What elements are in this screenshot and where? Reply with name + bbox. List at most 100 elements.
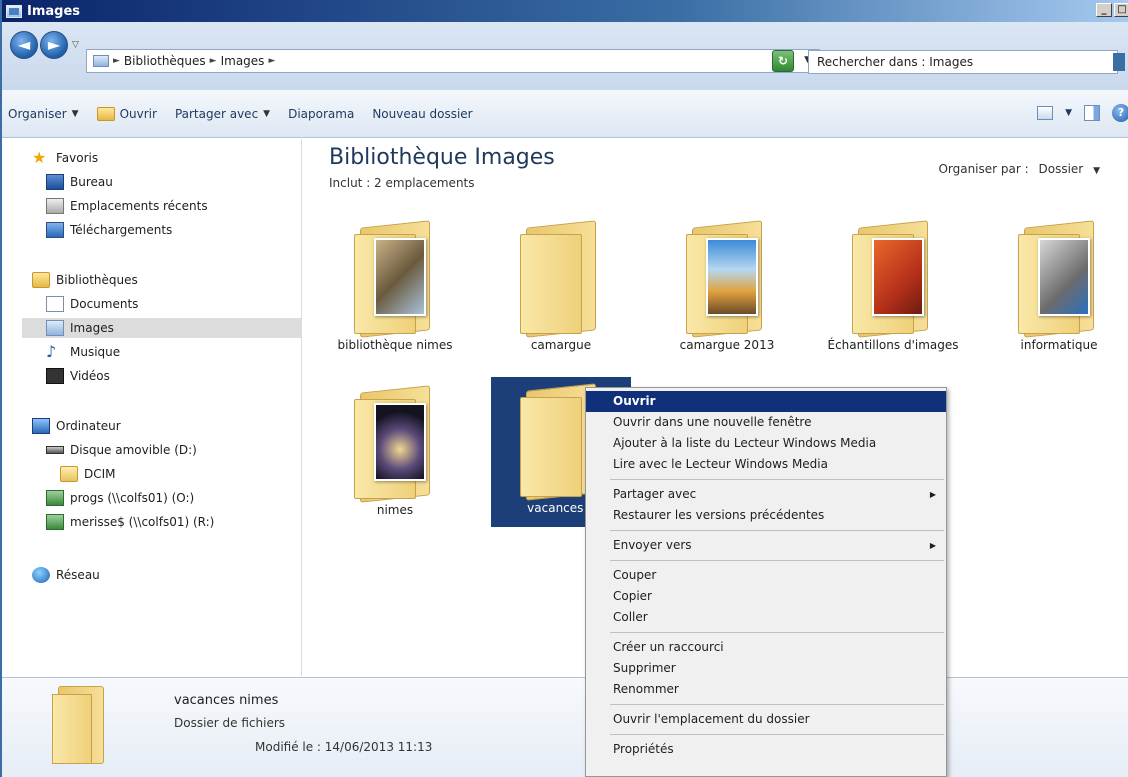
menu-send-to[interactable]: Envoyer vers ▶ [586,535,946,556]
folder-item[interactable]: camargue [491,214,631,353]
open-button[interactable]: Ouvrir [96,106,157,121]
menu-create-shortcut[interactable]: Créer un raccourci [586,637,946,658]
refresh-button[interactable]: ↻ [772,50,794,72]
nav-desktop[interactable]: Bureau [46,172,113,192]
nav-images[interactable]: Images [22,318,302,338]
context-menu: Ouvrir Ouvrir dans une nouvelle fenêtre … [585,387,947,777]
nav-music-label: Musique [70,345,121,359]
nav-libraries[interactable]: Bibliothèques [32,270,138,290]
arrange-label: Organiser par : [938,162,1029,176]
nav-computer[interactable]: Ordinateur [32,416,121,436]
maximize-button[interactable]: □ [1114,3,1128,17]
nav-removable-disk[interactable]: Disque amovible (D:) [46,440,197,460]
recent-places-icon [46,198,64,214]
command-bar: Organiser ▼ Ouvrir Partager avec ▼ Diapo… [2,90,1128,138]
menu-restore-versions[interactable]: Restaurer les versions précédentes [586,505,946,526]
arrange-by-control[interactable]: Organiser par : Dossier ▼ [938,162,1100,176]
help-icon[interactable]: ? [1112,104,1128,122]
nav-dcim-label: DCIM [84,467,116,481]
menu-play-wmp[interactable]: Lire avec le Lecteur Windows Media [586,454,946,475]
nav-documents[interactable]: Documents [46,294,138,314]
share-label: Partager avec [174,106,259,121]
change-view-icon[interactable] [1037,106,1054,120]
nav-dcim[interactable]: DCIM [60,464,116,484]
menu-add-wmp-list[interactable]: Ajouter à la liste du Lecteur Windows Me… [586,433,946,454]
search-icon[interactable] [1113,53,1125,71]
menu-open[interactable]: Ouvrir [586,391,946,412]
folder-item[interactable]: bibliothèque nimes [325,214,465,353]
folder-item[interactable]: Échantillons d'images [823,214,963,353]
breadcrumb-separator-icon[interactable]: ► [113,56,120,66]
chevron-down-icon[interactable]: ▼ [1093,166,1100,176]
nav-music[interactable]: ♪ Musique [46,342,120,362]
menu-properties[interactable]: Propriétés [586,739,946,760]
menu-paste[interactable]: Coller [586,607,946,628]
folder-item[interactable]: camargue 2013 [657,214,797,353]
minimize-button[interactable]: _ [1096,3,1112,17]
nav-progs-label: progs (\\colfs01) (O:) [70,491,195,505]
new-folder-button[interactable]: Nouveau dossier [372,107,472,121]
nav-recent-places[interactable]: Emplacements récents [46,196,208,216]
folder-label: nimes [376,503,414,517]
nav-progs-drive[interactable]: progs (\\colfs01) (O:) [46,488,194,508]
images-library-icon [6,4,22,18]
menu-share-with-label: Partager avec [613,487,697,501]
submenu-arrow-icon: ▶ [929,490,936,499]
menu-separator [610,479,944,480]
organize-label: Organiser [8,106,67,121]
menu-share-with[interactable]: Partager avec ▶ [586,484,946,505]
title-bar[interactable]: Images _ □ [2,0,1128,22]
breadcrumb-separator-icon[interactable]: ► [268,56,275,66]
menu-separator [610,530,944,531]
forward-button[interactable]: ► [40,31,68,59]
chevron-down-icon: ▼ [263,108,271,119]
folder-label: camargue 2013 [679,338,775,352]
nav-downloads[interactable]: Téléchargements [46,220,172,240]
organize-button[interactable]: Organiser ▼ [8,107,79,121]
menu-open-location[interactable]: Ouvrir l'emplacement du dossier [586,709,946,730]
downloads-icon [46,222,64,238]
window-controls: _ □ [1096,3,1128,17]
share-with-button[interactable]: Partager avec ▼ [175,107,270,121]
folder-icon [52,686,112,766]
slideshow-label: Diaporama [288,106,355,121]
breadcrumb[interactable]: ► Bibliothèques ► Images ► ▼ [86,49,820,73]
menu-delete[interactable]: Supprimer [586,658,946,679]
address-bar: ◄ ► ▽ ► Bibliothèques ► Images ► ▼ ↻ Rec… [2,22,1128,90]
menu-copy[interactable]: Copier [586,586,946,607]
open-label: Ouvrir [119,106,157,121]
menu-open-new-window[interactable]: Ouvrir dans une nouvelle fenêtre [586,412,946,433]
nav-network[interactable]: Réseau [32,565,100,585]
nav-documents-label: Documents [70,297,139,311]
computer-icon [32,418,50,434]
menu-rename[interactable]: Renommer [586,679,946,700]
nav-computer-label: Ordinateur [56,419,121,433]
menu-cut[interactable]: Couper [586,565,946,586]
documents-icon [46,296,64,312]
search-input[interactable]: Rechercher dans : Images [808,50,1125,74]
menu-separator [610,632,944,633]
nav-images-label: Images [70,321,114,335]
breadcrumb-images[interactable]: Images [221,54,265,68]
breadcrumb-libraries[interactable]: Bibliothèques [124,54,206,68]
nav-videos[interactable]: Vidéos [46,366,110,386]
network-drive-icon [46,490,64,506]
folder-thumbnail-icon [340,214,450,338]
breadcrumb-separator-icon[interactable]: ► [210,56,217,66]
arrange-value[interactable]: Dossier [1039,162,1084,176]
nav-merisse-drive[interactable]: merisse$ (\\colfs01) (R:) [46,512,214,532]
chevron-down-icon[interactable]: ▼ [1065,108,1072,118]
library-title: Bibliothèque Images [329,145,555,170]
nav-favorites[interactable]: ★ Favoris [32,148,98,168]
back-button[interactable]: ◄ [10,31,38,59]
folder-item[interactable]: nimes [325,379,465,518]
recent-pages-dropdown[interactable]: ▽ [72,40,79,50]
library-subtitle[interactable]: Inclut : 2 emplacements [329,176,475,190]
slideshow-button[interactable]: Diaporama [288,107,354,121]
folder-thumbnail-icon [838,214,948,338]
preview-pane-icon[interactable] [1084,105,1100,121]
submenu-arrow-icon: ▶ [929,541,936,550]
folder-item[interactable]: informatique [989,214,1128,353]
desktop-icon [46,174,64,190]
folder-thumbnail-icon [672,214,782,338]
